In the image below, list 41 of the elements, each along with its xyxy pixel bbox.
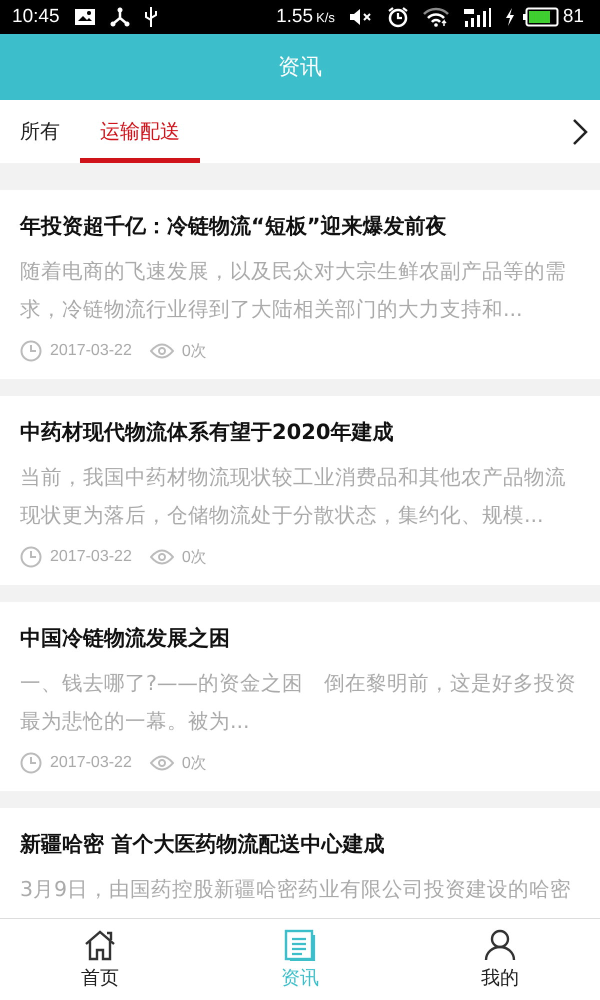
eye-icon xyxy=(150,549,174,565)
article-title[interactable]: 新疆哈密 首个大医药物流配送中心建成 xyxy=(20,826,580,862)
person-icon xyxy=(484,929,516,961)
mute-icon xyxy=(348,8,373,26)
publish-date: 2017-03-22 xyxy=(50,548,132,566)
eye-icon xyxy=(150,343,174,359)
clock-icon xyxy=(20,546,42,568)
article-summary: 一、钱去哪了?——的资金之困 倒在黎明前，这是好多投资最为悲怆的一幕。被为... xyxy=(20,670,577,735)
usb-icon xyxy=(144,6,158,28)
view-count: 0次 xyxy=(182,754,207,774)
battery-percent: 81 xyxy=(562,6,584,28)
signal-icon xyxy=(462,7,491,27)
article-summary: 当前，我国中药材物流现状较工业消费品和其他农产品物流现状更为落后，仓储物流处于分散状态，集约化、规模... xyxy=(20,464,567,529)
charging-icon xyxy=(504,8,515,26)
chevron-right-icon[interactable] xyxy=(572,118,588,146)
article-summary: 随着电商的飞速发展，以及民众对大宗生鲜农副产品等的需求，冷链物流行业得到了大陆相关部门的大力支持和... xyxy=(20,258,567,323)
wifi-icon xyxy=(422,7,449,27)
eye-icon xyxy=(150,755,174,771)
network-speed: 1.55 K/s xyxy=(276,6,335,28)
clock-icon xyxy=(20,752,42,774)
nav-tab[interactable]: 我的 xyxy=(400,919,600,1000)
nav-tab[interactable]: 首页 xyxy=(0,919,200,1000)
document-icon xyxy=(284,929,316,961)
view-count: 0次 xyxy=(182,342,207,362)
publish-date: 2017-03-22 xyxy=(50,342,132,360)
home-icon xyxy=(83,929,117,961)
article-title[interactable]: 中国冷链物流发展之困 xyxy=(20,620,580,656)
article-summary: 3月9日，由国药控股新疆哈密药业有限公司投资建设的哈密 xyxy=(20,876,572,903)
share-icon xyxy=(110,7,130,27)
image-icon xyxy=(74,8,96,26)
publish-date: 2017-03-22 xyxy=(50,754,132,772)
article-title[interactable]: 中药材现代物流体系有望于2020年建成 xyxy=(20,414,580,450)
article-title[interactable]: 年投资超千亿：冷链物流“短板”迎来爆发前夜 xyxy=(20,208,580,244)
clock-time: 10:45 xyxy=(12,6,60,28)
category-tab[interactable]: 所有 xyxy=(0,100,80,163)
clock-icon xyxy=(20,340,42,362)
category-tab[interactable]: 运输配送 xyxy=(80,100,200,163)
alarm-icon xyxy=(386,6,409,28)
page-title: 资讯 xyxy=(278,54,322,82)
view-count: 0次 xyxy=(182,548,207,568)
battery-icon xyxy=(522,7,559,27)
